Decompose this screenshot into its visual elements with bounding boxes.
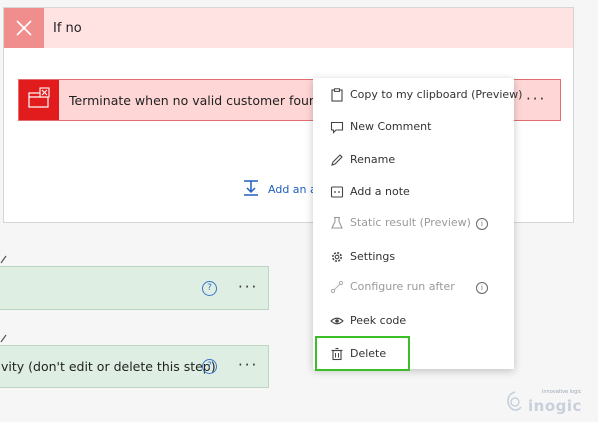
close-icon[interactable] xyxy=(4,8,44,48)
menu-item-label: Rename xyxy=(350,153,396,166)
menu-item-new-comment[interactable]: New Comment xyxy=(313,113,514,141)
action-title: Terminate when no valid customer found xyxy=(69,93,325,108)
flow-step[interactable]: ? ··· xyxy=(0,266,269,310)
more-options-button[interactable]: ··· xyxy=(238,278,258,296)
menu-item-label: Static result (Preview) xyxy=(350,216,471,229)
menu-item-label: Add a note xyxy=(350,185,410,198)
help-icon[interactable]: ? xyxy=(202,359,217,374)
menu-item-configure-run-after: Configure run after i xyxy=(313,273,514,301)
menu-item-copy-to-clipboard[interactable]: Copy to my clipboard (Preview) xyxy=(313,81,522,109)
info-icon[interactable]: i xyxy=(476,218,488,230)
delete-highlight-box xyxy=(315,336,410,371)
arrow-icon xyxy=(0,255,7,264)
menu-item-add-a-note[interactable]: Add a note xyxy=(313,178,514,206)
menu-item-label: Peek code xyxy=(350,314,407,327)
inogic-watermark: innovative logic inogic xyxy=(504,388,590,416)
menu-item-static-result: Static result (Preview) i xyxy=(313,209,514,237)
menu-item-settings[interactable]: Settings xyxy=(313,243,514,271)
pencil-icon xyxy=(331,154,343,166)
flow-step[interactable]: vity (don't edit or delete this step) ? … xyxy=(0,345,269,388)
more-options-button[interactable]: ··· xyxy=(526,90,546,108)
terminate-icon xyxy=(19,80,59,120)
flask-icon xyxy=(331,216,343,229)
eye-icon xyxy=(330,317,344,325)
arrow-icon xyxy=(0,334,7,343)
menu-item-rename[interactable]: Rename xyxy=(313,146,514,174)
menu-item-label: Copy to my clipboard (Preview) xyxy=(350,88,523,101)
clipboard-icon xyxy=(331,88,343,102)
comment-icon xyxy=(330,121,344,134)
inogic-logo-icon xyxy=(507,391,522,411)
gear-icon xyxy=(332,252,342,262)
menu-item-peek-code[interactable]: Peek code xyxy=(313,307,514,335)
watermark-brand: inogic xyxy=(528,397,582,415)
more-options-button[interactable]: ··· xyxy=(238,356,258,374)
context-menu: Copy to my clipboard (Preview) New Comme… xyxy=(313,78,522,369)
menu-item-label: New Comment xyxy=(350,120,432,133)
add-action-icon xyxy=(244,180,258,196)
note-icon xyxy=(330,186,344,198)
watermark-tagline: innovative logic xyxy=(542,389,582,395)
info-icon[interactable]: i xyxy=(476,282,488,294)
run-after-icon xyxy=(330,280,344,294)
help-icon[interactable]: ? xyxy=(202,281,217,296)
menu-item-label: Settings xyxy=(350,250,396,263)
step-title: vity (don't edit or delete this step) xyxy=(1,359,216,374)
menu-item-label: Configure run after xyxy=(350,280,455,293)
branch-title: If no xyxy=(53,21,82,36)
branch-header[interactable]: If no xyxy=(4,8,573,48)
